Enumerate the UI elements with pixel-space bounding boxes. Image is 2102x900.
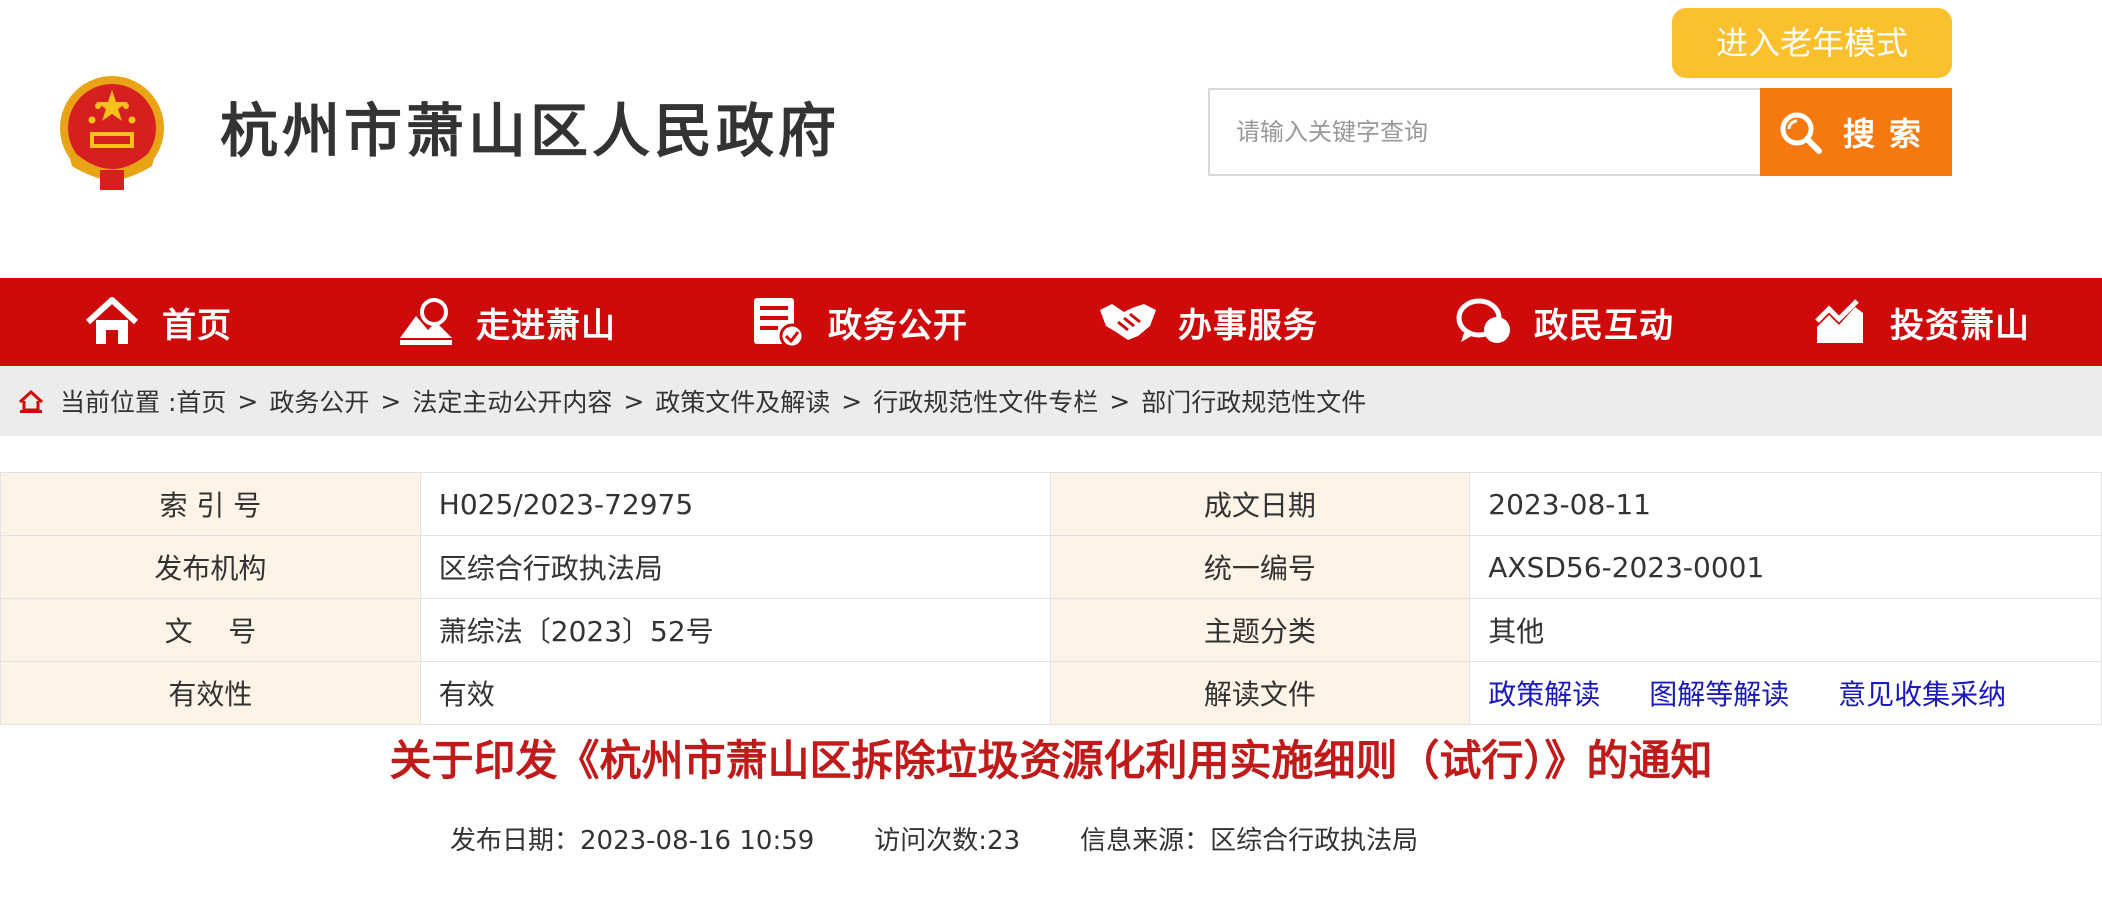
- org-label: 发布机构: [0, 535, 421, 599]
- national-emblem-icon: [60, 76, 164, 190]
- home-icon: [82, 292, 142, 352]
- nav-item-services[interactable]: 办事服务: [1098, 278, 1318, 366]
- nav-item-label: 投资萧山: [1890, 305, 2030, 346]
- nav-item-government-affairs[interactable]: 政务公开: [748, 278, 968, 366]
- search-box: [1208, 88, 1762, 176]
- breadcrumb-link-government-affairs[interactable]: 政务公开: [269, 383, 369, 419]
- breadcrumb-separator: >: [237, 386, 259, 416]
- site-title: 杭州市萧山区人民政府: [220, 97, 841, 165]
- breadcrumb-separator: >: [380, 386, 402, 416]
- main-nav: 首页 走进萧山 政务公开 办事服务 政民互动 投资萧山: [0, 278, 2102, 366]
- org-value: 区综合行政执法局: [419, 535, 1051, 599]
- landscape-icon: [396, 292, 456, 352]
- table-row: 有效性 有效 解读文件 政策解读 图解等解读 意见收集采纳: [0, 661, 2102, 725]
- nav-item-label: 政民互动: [1534, 305, 1674, 346]
- nav-item-label: 走进萧山: [476, 305, 616, 346]
- nav-item-interaction[interactable]: 政民互动: [1454, 278, 1674, 366]
- article-meta: 发布日期：2023-08-16 10:59 访问次数:23 信息来源：区综合行政…: [450, 820, 1478, 857]
- handshake-icon: [1098, 292, 1158, 352]
- interp-links: 政策解读 图解等解读 意见收集采纳: [1469, 661, 2102, 725]
- docno-value: 萧综法〔2023〕52号: [419, 598, 1051, 662]
- breadcrumb-separator: >: [623, 386, 645, 416]
- nav-item-label: 办事服务: [1178, 305, 1318, 346]
- topic-label: 主题分类: [1049, 598, 1471, 662]
- nav-item-about[interactable]: 走进萧山: [396, 278, 616, 366]
- search-button[interactable]: 搜索: [1760, 88, 1952, 176]
- chat-bubble-icon: [1454, 292, 1514, 352]
- nav-item-investment[interactable]: 投资萧山: [1810, 278, 2030, 366]
- policy-interpretation-link[interactable]: 政策解读: [1488, 678, 1600, 711]
- document-info-table: 索 引 号 H025/2023-72975 成文日期 2023-08-11 发布…: [0, 472, 2102, 725]
- index-label: 索 引 号: [0, 472, 421, 536]
- code-value: AXSD56-2023-0001: [1469, 535, 2102, 599]
- breadcrumb-link-home[interactable]: 首页: [176, 383, 226, 419]
- interp-label: 解读文件: [1049, 661, 1471, 725]
- breadcrumb-home-icon: [18, 389, 44, 413]
- elder-mode-button[interactable]: 进入老年模式: [1672, 8, 1952, 78]
- breadcrumb-separator: >: [1109, 386, 1131, 416]
- visit-count: 访问次数:23: [874, 826, 1021, 856]
- search-icon: [1780, 112, 1822, 154]
- date-label: 成文日期: [1049, 472, 1471, 536]
- valid-value: 有效: [419, 661, 1051, 725]
- info-source: 信息来源：区综合行政执法局: [1080, 826, 1419, 856]
- feedback-adoption-link[interactable]: 意见收集采纳: [1838, 678, 2006, 711]
- breadcrumb-link-normative-docs[interactable]: 行政规范性文件专栏: [873, 383, 1098, 419]
- date-value: 2023-08-11: [1469, 472, 2102, 536]
- breadcrumb-separator: >: [841, 386, 863, 416]
- breadcrumb-link-department-docs[interactable]: 部门行政规范性文件: [1141, 383, 1366, 419]
- search-input[interactable]: [1210, 90, 1760, 174]
- topic-value: 其他: [1469, 598, 2102, 662]
- nav-item-home[interactable]: 首页: [82, 278, 232, 366]
- document-check-icon: [748, 292, 808, 352]
- trend-chart-icon: [1810, 292, 1870, 352]
- table-row: 索 引 号 H025/2023-72975 成文日期 2023-08-11: [0, 472, 2102, 536]
- code-label: 统一编号: [1049, 535, 1471, 599]
- breadcrumb: 当前位置 : 首页 > 政务公开 > 法定主动公开内容 > 政策文件及解读 > …: [0, 366, 2102, 436]
- index-value: H025/2023-72975: [419, 472, 1051, 536]
- breadcrumb-prefix: 当前位置 :: [60, 388, 177, 417]
- nav-item-label: 首页: [162, 305, 232, 346]
- search-button-label: 搜索: [1842, 115, 1935, 153]
- table-row: 文 号 萧综法〔2023〕52号 主题分类 其他: [0, 598, 2102, 662]
- article-title: 关于印发《杭州市萧山区拆除垃圾资源化利用实施细则（试行）》的通知: [389, 736, 1713, 785]
- valid-label: 有效性: [0, 661, 421, 725]
- breadcrumb-link-policy-docs[interactable]: 政策文件及解读: [655, 383, 830, 419]
- table-row: 发布机构 区综合行政执法局 统一编号 AXSD56-2023-0001: [0, 535, 2102, 599]
- graphic-interpretation-link[interactable]: 图解等解读: [1649, 678, 1789, 711]
- publish-date: 发布日期：2023-08-16 10:59: [450, 826, 815, 856]
- docno-label: 文 号: [0, 598, 421, 662]
- site-header: 杭州市萧山区人民政府 进入老年模式 搜索: [0, 0, 2102, 278]
- breadcrumb-link-statutory[interactable]: 法定主动公开内容: [412, 383, 612, 419]
- nav-item-label: 政务公开: [828, 305, 968, 346]
